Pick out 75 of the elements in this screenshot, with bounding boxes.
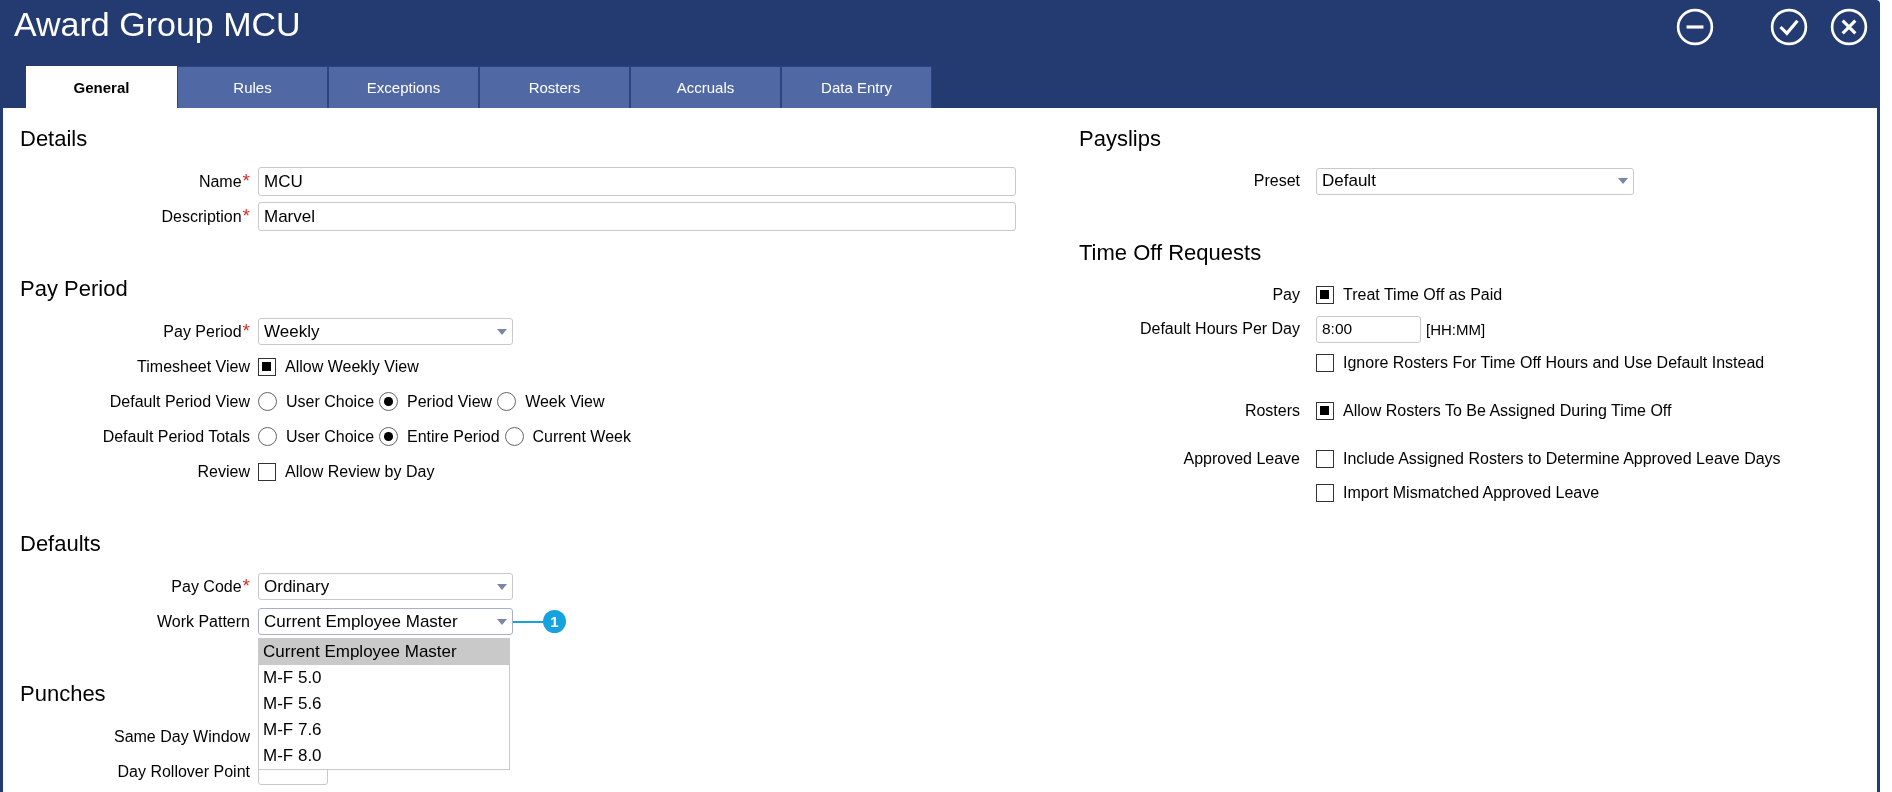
section-heading: Defaults xyxy=(20,531,101,557)
leader-line xyxy=(513,620,543,623)
required-mark: * xyxy=(242,172,250,188)
checkbox[interactable] xyxy=(258,357,276,376)
field-label: Day Rollover Point xyxy=(117,762,250,781)
required-mark: * xyxy=(242,322,250,338)
required-mark: * xyxy=(242,207,250,223)
dropdown-item[interactable]: M-F 8.0 xyxy=(259,743,509,769)
checkbox[interactable] xyxy=(1316,402,1334,420)
caret-icon xyxy=(497,618,507,625)
section-heading: Payslips xyxy=(1079,126,1161,152)
radio-label: User Choice xyxy=(286,392,375,411)
checkmark-icon[interactable] xyxy=(1770,8,1808,46)
dropdown-item[interactable]: M-F 5.6 xyxy=(259,691,509,717)
tab[interactable]: Exceptions xyxy=(328,66,479,108)
checkbox-label: Allow Weekly View xyxy=(285,357,419,376)
field-label: Default Period View xyxy=(109,392,250,411)
text-field[interactable]: MCU xyxy=(258,167,1016,196)
field-label: Approved Leave xyxy=(1183,450,1300,468)
tab[interactable]: Rules xyxy=(177,66,328,108)
field-label: Default Period Totals xyxy=(102,427,250,446)
tab[interactable]: Data Entry xyxy=(781,66,932,108)
dropdown-item[interactable]: M-F 5.0 xyxy=(259,665,509,691)
tab[interactable]: Rosters xyxy=(479,66,630,108)
field-label: Description xyxy=(161,207,242,226)
required-mark: * xyxy=(242,577,250,593)
radio-label: User Choice xyxy=(286,427,375,446)
select-field[interactable]: Weekly xyxy=(258,318,513,345)
checkbox-label: Allow Rosters To Be Assigned During Time Off xyxy=(1343,402,1672,420)
checkbox[interactable] xyxy=(1316,286,1334,304)
checkbox[interactable] xyxy=(1316,484,1334,502)
tab[interactable]: General xyxy=(26,66,177,108)
minimize-icon[interactable] xyxy=(1676,8,1714,46)
checkbox-label: Include Assigned Rosters to Determine Approved Leave Days xyxy=(1343,450,1781,468)
checkbox[interactable] xyxy=(1316,354,1334,372)
field-label: Rosters xyxy=(1244,402,1300,420)
field-label: Default Hours Per Day xyxy=(1139,320,1300,338)
field-label: Name xyxy=(198,172,242,191)
checkbox[interactable] xyxy=(1316,450,1334,468)
select-field[interactable]: Ordinary xyxy=(258,573,513,600)
field-label: Review xyxy=(197,462,250,481)
caret-icon xyxy=(497,328,507,335)
close-icon[interactable] xyxy=(1830,8,1868,46)
time-field[interactable]: 8:00 xyxy=(1316,315,1421,343)
tab[interactable]: Accruals xyxy=(630,66,781,108)
caret-icon xyxy=(497,583,507,590)
section-heading: Details xyxy=(20,126,88,152)
dropdown-item[interactable]: M-F 7.6 xyxy=(259,717,509,743)
checkbox[interactable] xyxy=(258,462,276,481)
checkbox-label: Ignore Rosters For Time Off Hours and Use Default Instead xyxy=(1343,354,1765,372)
field-label: Work Pattern xyxy=(156,612,250,631)
section-heading: Pay Period xyxy=(20,276,128,302)
section-heading: Time Off Requests xyxy=(1079,240,1262,266)
dropdown-item[interactable]: Current Employee Master xyxy=(259,639,509,665)
field-label: Pay Code xyxy=(171,577,242,596)
callout-badge: 1 xyxy=(543,610,566,633)
radio-label: Entire Period xyxy=(407,427,500,446)
caret-icon xyxy=(1618,178,1628,184)
field-label: Timesheet View xyxy=(137,357,250,376)
field-label: Preset xyxy=(1253,172,1300,190)
window-title: Award Group MCU xyxy=(13,4,301,44)
radio-label: Period View xyxy=(407,392,493,411)
checkbox-label: Import Mismatched Approved Leave xyxy=(1343,484,1600,502)
text-field[interactable]: Marvel xyxy=(258,202,1016,231)
checkbox-label: Allow Review by Day xyxy=(285,462,435,481)
select-field[interactable]: Default xyxy=(1316,167,1634,195)
radio-label: Week View xyxy=(525,392,605,411)
unit-label: [HH:MM] xyxy=(1426,320,1486,338)
checkbox-label: Treat Time Off as Paid xyxy=(1343,286,1503,304)
section-heading: Punches xyxy=(20,681,106,707)
field-label: Pay Period xyxy=(163,322,242,341)
select-field[interactable]: Current Employee Master xyxy=(258,608,513,635)
radio-label: Current Week xyxy=(532,427,631,446)
field-label: Same Day Window xyxy=(113,727,250,746)
field-label: Pay xyxy=(1272,286,1300,304)
